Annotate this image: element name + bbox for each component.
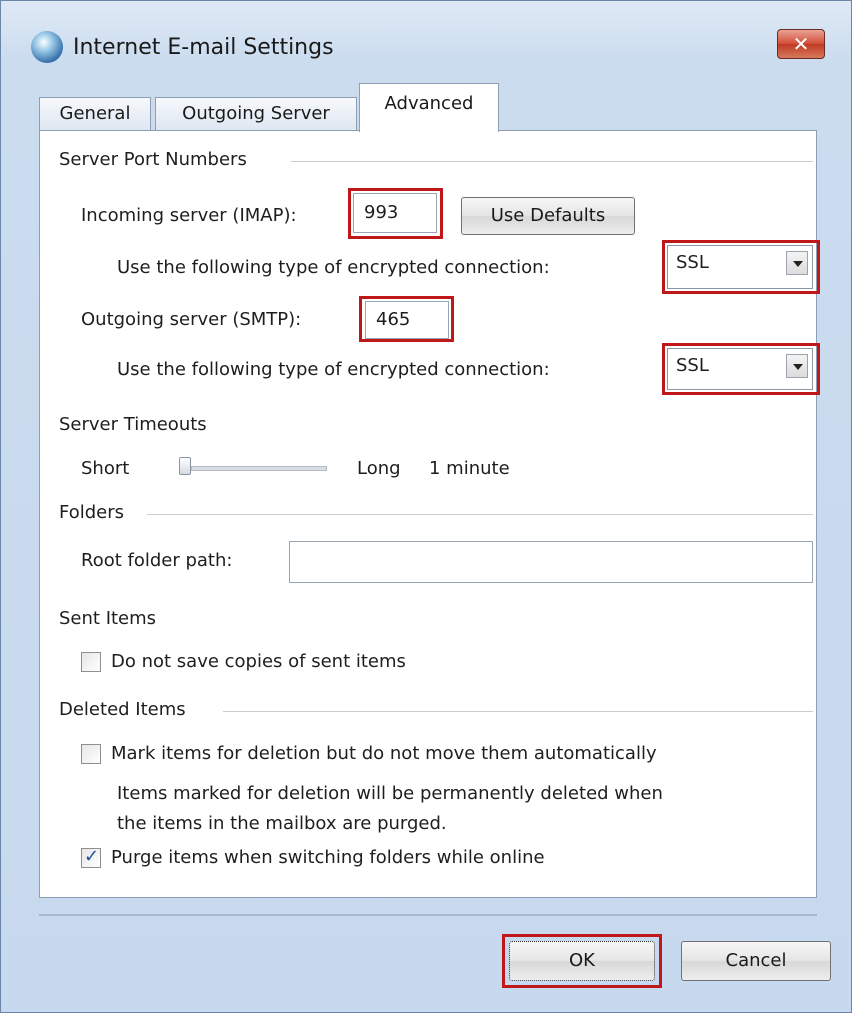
timeout-slider-track[interactable] (191, 466, 327, 471)
outgoing-port-highlight (359, 296, 454, 342)
incoming-encryption-label: Use the following type of encrypted conn… (117, 257, 550, 278)
timeout-short-label: Short (81, 458, 130, 479)
ok-button-highlight (502, 934, 662, 988)
footer-divider (39, 914, 817, 916)
dialog-window: Internet E-mail Settings ✕ General Outgo… (0, 0, 852, 1013)
title-bar[interactable]: Internet E-mail Settings ✕ (1, 1, 852, 95)
dont-save-sent-checkbox[interactable] (81, 652, 101, 672)
dont-save-sent-label: Do not save copies of sent items (111, 651, 406, 672)
deletion-note-line1: Items marked for deletion will be perman… (117, 783, 663, 804)
mark-for-deletion-label: Mark items for deletion but do not move … (111, 743, 657, 764)
tab-outgoing-server[interactable]: Outgoing Server (155, 97, 357, 131)
timeout-value: 1 minute (429, 458, 510, 479)
outgoing-encryption-label: Use the following type of encrypted conn… (117, 359, 550, 380)
server-ports-heading: Server Port Numbers (59, 149, 253, 170)
sent-items-heading: Sent Items (59, 608, 163, 629)
root-folder-input[interactable] (289, 541, 813, 583)
outgoing-server-label: Outgoing server (SMTP): (81, 309, 302, 330)
outgoing-encryption-highlight (662, 343, 820, 395)
deleted-items-heading: Deleted Items (59, 699, 192, 720)
divider (291, 161, 813, 162)
folders-heading: Folders (59, 502, 131, 523)
root-folder-label: Root folder path: (81, 550, 233, 571)
tab-general[interactable]: General (39, 97, 151, 131)
incoming-port-highlight (348, 188, 443, 239)
cancel-button[interactable]: Cancel (681, 941, 831, 981)
server-timeouts-heading: Server Timeouts (59, 414, 213, 435)
globe-mail-icon (31, 31, 63, 63)
deletion-note-line2: the items in the mailbox are purged. (117, 813, 447, 834)
incoming-encryption-highlight (662, 240, 820, 294)
mark-for-deletion-checkbox[interactable] (81, 744, 101, 764)
incoming-server-label: Incoming server (IMAP): (81, 205, 297, 226)
window-title: Internet E-mail Settings (73, 35, 334, 60)
purge-items-label: Purge items when switching folders while… (111, 847, 545, 868)
divider (147, 514, 813, 515)
purge-items-checkbox[interactable]: ✓ (81, 846, 101, 868)
tab-advanced[interactable]: Advanced (359, 83, 499, 132)
timeout-slider-thumb[interactable] (179, 457, 191, 475)
divider (223, 711, 813, 712)
close-button[interactable]: ✕ (777, 29, 825, 59)
checkmark-icon: ✓ (84, 846, 100, 867)
use-defaults-button[interactable]: Use Defaults (461, 197, 635, 235)
timeout-long-label: Long (357, 458, 401, 479)
